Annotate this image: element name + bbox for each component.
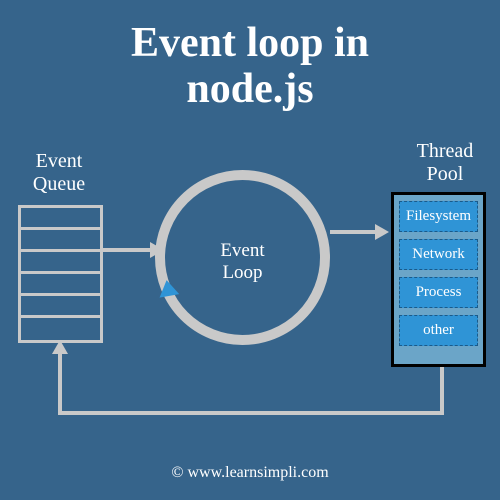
event-queue-box (18, 205, 103, 343)
queue-slot (21, 252, 100, 274)
pool-item-process: Process (399, 277, 478, 308)
pool-item-other: other (399, 315, 478, 346)
queue-slot (21, 230, 100, 252)
queue-slot (21, 274, 100, 296)
arrow-loop-to-pool (330, 230, 378, 234)
diagram-stage: Event Queue Event Loop Thread Pool Files… (0, 150, 500, 450)
pool-item-filesystem: Filesystem (399, 201, 478, 232)
return-path-segment (440, 367, 444, 415)
thread-pool-box: Filesystem Network Process other (391, 192, 486, 367)
queue-slot (21, 296, 100, 318)
event-queue-label: Event Queue (14, 150, 104, 196)
footer-credit: © www.learnsimpli.com (0, 464, 500, 482)
event-loop-label: Event Loop (195, 240, 290, 284)
title-line-1: Event loop in (131, 20, 369, 66)
loop-direction-arrow-icon (157, 278, 179, 297)
queue-slot (21, 208, 100, 230)
pool-item-network: Network (399, 239, 478, 270)
arrowhead-icon (52, 340, 68, 354)
return-path-segment (58, 411, 444, 415)
title-line-2: node.js (186, 66, 313, 112)
queue-slot (21, 318, 100, 340)
arrow-queue-to-loop (103, 248, 153, 252)
loop-label-line-2: Loop (222, 262, 262, 283)
thread-pool-label: Thread Pool (400, 140, 490, 186)
arrowhead-icon (375, 224, 389, 240)
loop-label-line-1: Event (220, 240, 264, 261)
diagram-title: Event loop in node.js (0, 0, 500, 112)
return-path-segment (58, 350, 62, 415)
